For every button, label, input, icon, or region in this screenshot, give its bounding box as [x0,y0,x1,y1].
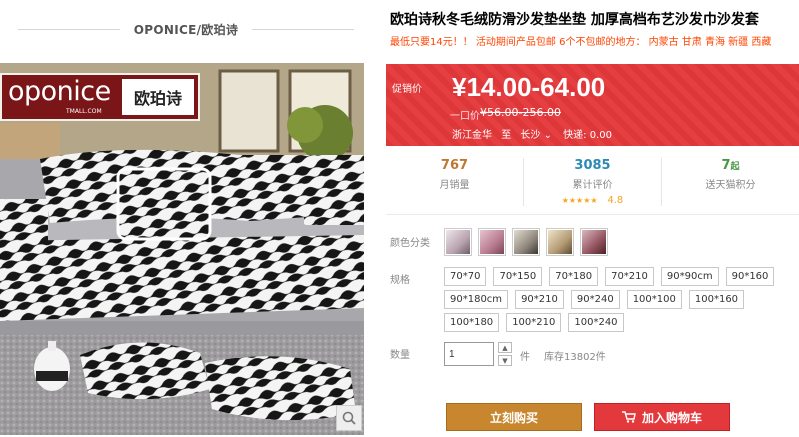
color-swatch[interactable] [444,228,472,256]
logo-text-cn: 欧珀诗 [122,79,194,115]
size-option[interactable]: 100*210 [506,313,562,332]
stat-label: 送天猫积分 [705,180,756,191]
color-swatch[interactable] [478,228,506,256]
rating-score: 4.8 [607,195,624,206]
add-to-cart-label: 加入购物车 [641,410,702,425]
zoom-button[interactable] [336,405,362,431]
stat-points: 7起 送天猫积分 [662,158,799,206]
logo-text-en: oponice [8,76,111,107]
stock-count: 库存13802件 [544,352,606,363]
product-subtitle: 最低只要14元！！ 活动期间产品包邮 6个不包邮的地方： 内蒙古 甘肃 青海 新… [390,37,772,48]
stat-value-suffix: 起 [730,162,740,172]
size-option[interactable]: 100*240 [568,313,624,332]
color-label: 颜色分类 [390,238,430,249]
stat-value: 3085 [574,158,611,173]
original-price-label: 一口价 [450,111,480,122]
store-header: OPONICE/欧珀诗 [0,0,372,58]
price-panel: 促销价 ¥14.00-64.00 一口价 ¥56.00-256.00 浙江金华 … [386,64,799,146]
size-option[interactable]: 90*160 [725,267,775,286]
stat-reviews[interactable]: 3085 累计评价 ★★★★★ 4.8 [524,158,662,206]
size-option[interactable]: 90*210 [515,290,564,309]
quantity-increase-button[interactable]: ▲ [498,342,512,353]
color-swatch[interactable] [546,228,574,256]
add-to-cart-button[interactable]: 加入购物车 [594,403,730,431]
product-info: 欧珀诗秋冬毛绒防滑沙发垫坐垫 加厚高档布艺沙发巾沙发套 最低只要14元！！ 活动… [386,0,799,437]
rating-stars-icon: ★★★★★ [561,196,598,205]
chevron-down-icon: ⌄ [543,130,552,141]
size-option[interactable]: 90*240 [570,290,620,309]
promo-price: ¥14.00-64.00 [452,72,606,102]
size-options: 70*70 70*150 70*180 70*210 90*90cm 90*160 90*1… [444,267,789,332]
stat-label: 月销量 [439,180,470,191]
color-swatch[interactable] [580,228,608,256]
size-option[interactable]: 70*210 [605,267,654,286]
ship-to-value: 长沙 [520,130,541,141]
divider [386,214,799,215]
size-option[interactable]: 100*100 [626,290,682,309]
divider [252,28,355,30]
shipping-info: 浙江金华 至 长沙 ⌄ 快递: 0.00 [452,126,612,141]
buy-now-button[interactable]: 立刻购买 [446,403,582,431]
stat-value: 7 [721,158,731,173]
size-option[interactable]: 90*90cm [660,267,719,286]
product-title: 欧珀诗秋冬毛绒防滑沙发垫坐垫 加厚高档布艺沙发巾沙发套 [390,12,759,28]
original-price: ¥56.00-256.00 [480,106,561,119]
stat-monthly-sales: 767 月销量 [386,158,524,206]
stats-bar: 767 月销量 3085 累计评价 ★★★★★ 4.8 7起 送天猫积分 [386,158,799,206]
color-swatch[interactable] [512,228,540,256]
stat-value: 767 [440,158,469,173]
stat-label: 累计评价 [572,180,613,191]
quantity-label: 数量 [390,350,410,361]
promo-price-label: 促销价 [392,84,422,95]
product-photo[interactable]: oponice TMALL.COM 欧珀诗 [0,63,364,435]
cart-icon [621,411,636,423]
magnifier-icon [342,411,356,425]
ship-from: 浙江金华 [452,130,492,141]
size-option[interactable]: 70*180 [549,267,599,286]
size-option[interactable]: 70*150 [493,267,543,286]
ship-to-label: 至 [501,130,512,141]
delivery-fee: 快递: 0.00 [563,130,612,141]
brand-logo: oponice TMALL.COM 欧珀诗 [0,73,200,121]
divider [17,28,120,30]
store-name[interactable]: OPONICE/欧珀诗 [134,21,238,38]
product-gallery: OPONICE/欧珀诗 oponice TMALL.COM 欧珀诗 [0,0,372,437]
size-option[interactable]: 100*180 [444,313,500,332]
logo-subtext: TMALL.COM [66,108,102,115]
quantity-decrease-button[interactable]: ▼ [498,355,512,366]
size-label: 规格 [390,275,410,286]
ship-to-select[interactable]: 长沙 ⌄ [520,130,552,141]
size-option[interactable]: 70*70 [444,267,487,286]
quantity-input[interactable] [444,342,494,366]
size-option[interactable]: 90*180cm [444,290,509,309]
color-swatches [444,228,608,256]
quantity-unit: 件 [520,352,530,363]
size-option[interactable]: 100*160 [688,290,745,309]
